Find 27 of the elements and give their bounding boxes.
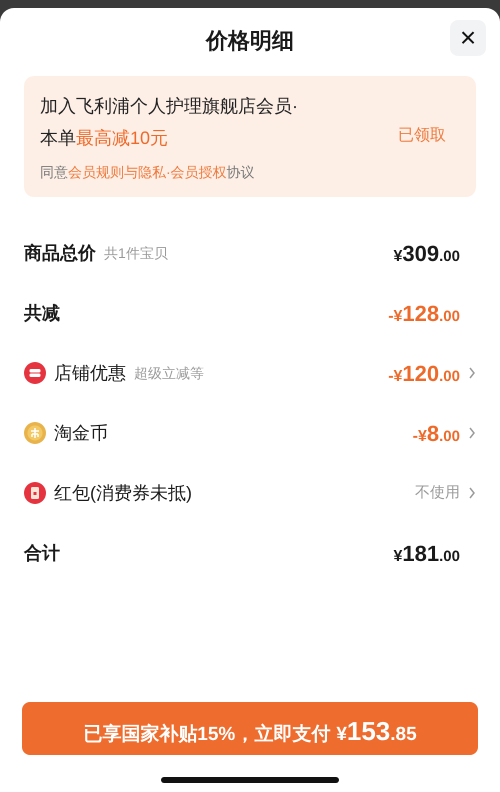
agreement-text: 同意会员规则与隐私·会员授权协议: [40, 163, 256, 182]
close-button[interactable]: ×: [450, 20, 486, 56]
row-label: 共减: [24, 302, 60, 324]
price-value: ¥309.00: [394, 240, 460, 268]
row-sublabel: 超级立减等: [134, 364, 204, 382]
chevron-right-icon: [468, 487, 476, 499]
member-offer-text: 加入飞利浦个人护理旗舰店会员· 本单最高减10元: [40, 95, 299, 150]
envelope-icon: [24, 482, 46, 504]
row-sublabel: 共1件宝贝: [104, 244, 168, 262]
coin-icon: [24, 422, 46, 444]
row-label: 合计: [24, 542, 60, 564]
row-label: 店铺优惠: [54, 362, 126, 384]
price-value: -¥8.00: [412, 420, 460, 448]
price-value: -¥120.00: [388, 360, 460, 388]
price-value: ¥181.00: [394, 540, 460, 568]
row-label: 商品总价: [24, 242, 96, 264]
pay-button[interactable]: 已享国家补贴15%，立即支付 ¥153.85: [22, 702, 478, 755]
row-label: 红包(消费券未抵): [54, 482, 192, 505]
claimed-status: 已领取: [398, 126, 446, 146]
agreement-link[interactable]: 会员规则与隐私·会员授权: [68, 164, 227, 180]
sheet-title: 价格明细: [206, 26, 294, 54]
chevron-right-icon: [468, 427, 476, 439]
row-value: 不使用: [415, 482, 460, 503]
row-label: 淘金币: [54, 422, 108, 444]
chevron-right-icon: [468, 367, 476, 379]
shop-icon: [24, 362, 46, 384]
price-value: -¥128.00: [388, 300, 460, 328]
